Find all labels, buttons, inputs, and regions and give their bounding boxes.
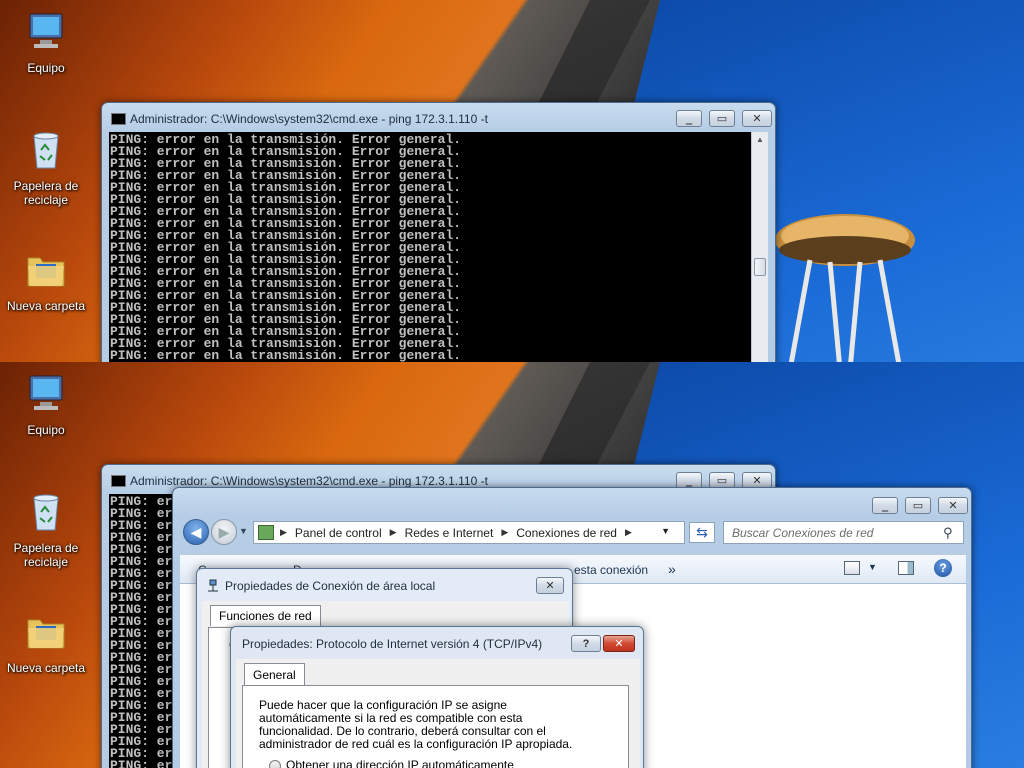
maximize-icon: ▭: [912, 500, 924, 512]
desktop-icon-equipo[interactable]: Equipo: [5, 372, 87, 437]
computer-icon: [29, 13, 63, 48]
maximize-icon: ▭: [716, 475, 728, 487]
close-button[interactable]: ✕: [536, 577, 564, 594]
radio-button-icon[interactable]: [269, 759, 281, 768]
desktop-icon-recycle-bin[interactable]: Papelera de reciclaje: [5, 490, 87, 569]
close-icon: ✕: [752, 113, 762, 125]
desktop-icon-new-folder[interactable]: Nueva carpeta: [5, 248, 87, 313]
scrollbar-thumb[interactable]: [754, 258, 766, 276]
cmd-icon: [111, 475, 126, 487]
cmd-title: Administrador: C:\Windows\system32\cmd.e…: [130, 112, 488, 126]
minimize-button[interactable]: ‗: [676, 110, 702, 127]
recycle-bin-icon: [33, 132, 59, 169]
close-button[interactable]: ✕: [938, 497, 968, 514]
search-icon: ⚲: [943, 525, 953, 540]
tab-funciones-de-red[interactable]: Funciones de red: [210, 605, 321, 626]
ipv4-dialog-title: Propiedades: Protocolo de Internet versi…: [242, 637, 543, 651]
close-icon: ✕: [545, 580, 555, 592]
address-dropdown-icon[interactable]: ▼: [661, 526, 670, 536]
back-button[interactable]: ◀: [183, 519, 209, 545]
cmd-icon: [111, 113, 126, 125]
cmd-titlebar[interactable]: Administrador: C:\Windows\system32\cmd.e…: [102, 103, 775, 131]
minimize-button[interactable]: ‗: [872, 497, 898, 514]
address-bar[interactable]: ▶ Panel de control ▶ Redes e Internet ▶ …: [253, 521, 685, 544]
desktop-icon-equipo[interactable]: Equipo: [5, 10, 87, 75]
radio-auto-ip[interactable]: Obtener una dirección IP automáticamente: [269, 758, 514, 768]
desktop-icon-label: Nueva carpeta: [6, 299, 86, 313]
breadcrumb-separator-icon: ▶: [280, 527, 287, 537]
minimize-icon: ‗: [685, 112, 693, 125]
ipv4-dialog-body: General Puede hacer que la configuración…: [236, 659, 640, 768]
breadcrumb-separator-icon: ▶: [624, 527, 632, 537]
help-icon[interactable]: ?: [934, 559, 952, 577]
view-dropdown-icon[interactable]: ▼: [868, 562, 877, 572]
toolbar-item-diagnosticar[interactable]: esta conexión: [574, 563, 648, 577]
computer-icon: [29, 375, 63, 410]
breadcrumb-panel-de-control[interactable]: Panel de control: [295, 526, 382, 540]
help-button[interactable]: ?: [571, 635, 601, 652]
control-panel-icon: [258, 525, 274, 540]
desktop-icon-label: Papelera de reciclaje: [13, 541, 79, 569]
back-arrow-icon: ◀: [190, 523, 202, 540]
desktop-icon-label: Papelera de reciclaje: [13, 179, 79, 207]
close-icon: ✕: [752, 475, 762, 487]
breadcrumb-separator-icon: ▶: [389, 527, 397, 537]
ipv4-description: Puede hacer que la configuración IP se a…: [259, 698, 573, 751]
maximize-button[interactable]: ▭: [709, 110, 735, 127]
console-scrollbar[interactable]: ▲: [751, 132, 768, 362]
close-icon: ✕: [614, 638, 624, 650]
breadcrumb-conexiones-de-red[interactable]: Conexiones de red: [516, 526, 617, 540]
console-line: PING: error en la transmisión. Error gen…: [110, 348, 462, 362]
breadcrumb-separator-icon: ▶: [501, 527, 509, 537]
close-button[interactable]: ✕: [603, 635, 635, 652]
network-icon: [206, 579, 220, 593]
radio-auto-ip-label: Obtener una dirección IP automáticamente: [286, 758, 514, 768]
desktop-icon-new-folder[interactable]: Nueva carpeta: [5, 610, 87, 675]
folder-icon: [27, 619, 65, 649]
desktop-icon-recycle-bin[interactable]: Papelera de reciclaje: [5, 128, 87, 207]
ipv4-properties-dialog[interactable]: Propiedades: Protocolo de Internet versi…: [230, 626, 644, 768]
desktop-icon-label: Equipo: [27, 423, 65, 437]
recycle-bin-icon: [33, 494, 59, 531]
console-output[interactable]: PING: error en la transmisión. Error gen…: [109, 132, 751, 362]
refresh-button[interactable]: ⇆: [689, 522, 715, 543]
cmd-window[interactable]: Administrador: C:\Windows\system32\cmd.e…: [101, 102, 776, 362]
scroll-up-icon[interactable]: ▲: [752, 132, 768, 148]
search-input[interactable]: Buscar Conexiones de red: [723, 521, 964, 544]
top-screen: Equipo Papelera de reciclaje Nueva carpe…: [0, 0, 1024, 362]
preview-pane-icon[interactable]: [898, 561, 914, 575]
minimize-icon: ‗: [881, 499, 889, 512]
tab-general[interactable]: General: [244, 663, 305, 686]
general-tab-panel: Puede hacer que la configuración IP se a…: [242, 685, 629, 768]
folder-icon: [27, 257, 65, 287]
cmd-title: Administrador: C:\Windows\system32\cmd.e…: [130, 474, 488, 488]
refresh-icon: ⇆: [696, 524, 708, 540]
desktop-icon-label: Nueva carpeta: [6, 661, 86, 675]
maximize-button[interactable]: ▭: [905, 497, 931, 514]
bottom-screen: Equipo Papelera de reciclaje Nueva carpe…: [0, 362, 1024, 768]
forward-arrow-icon: ▶: [218, 523, 230, 540]
help-question-icon: ?: [582, 637, 590, 650]
forward-button[interactable]: ▶: [211, 519, 237, 545]
change-view-icon[interactable]: [844, 561, 860, 575]
lan-dialog-title: Propiedades de Conexión de área local: [225, 579, 436, 593]
toolbar-more-button[interactable]: »: [668, 561, 676, 577]
desktop-icon-label: Equipo: [27, 61, 65, 75]
maximize-icon: ▭: [716, 113, 728, 125]
breadcrumb-redes-e-internet[interactable]: Redes e Internet: [405, 526, 494, 540]
space-needle-image: [775, 214, 915, 362]
close-icon: ✕: [948, 500, 958, 512]
recent-pages-dropdown-icon[interactable]: ▼: [239, 526, 248, 536]
close-button[interactable]: ✕: [742, 110, 772, 127]
minimize-icon: ‗: [685, 474, 693, 487]
